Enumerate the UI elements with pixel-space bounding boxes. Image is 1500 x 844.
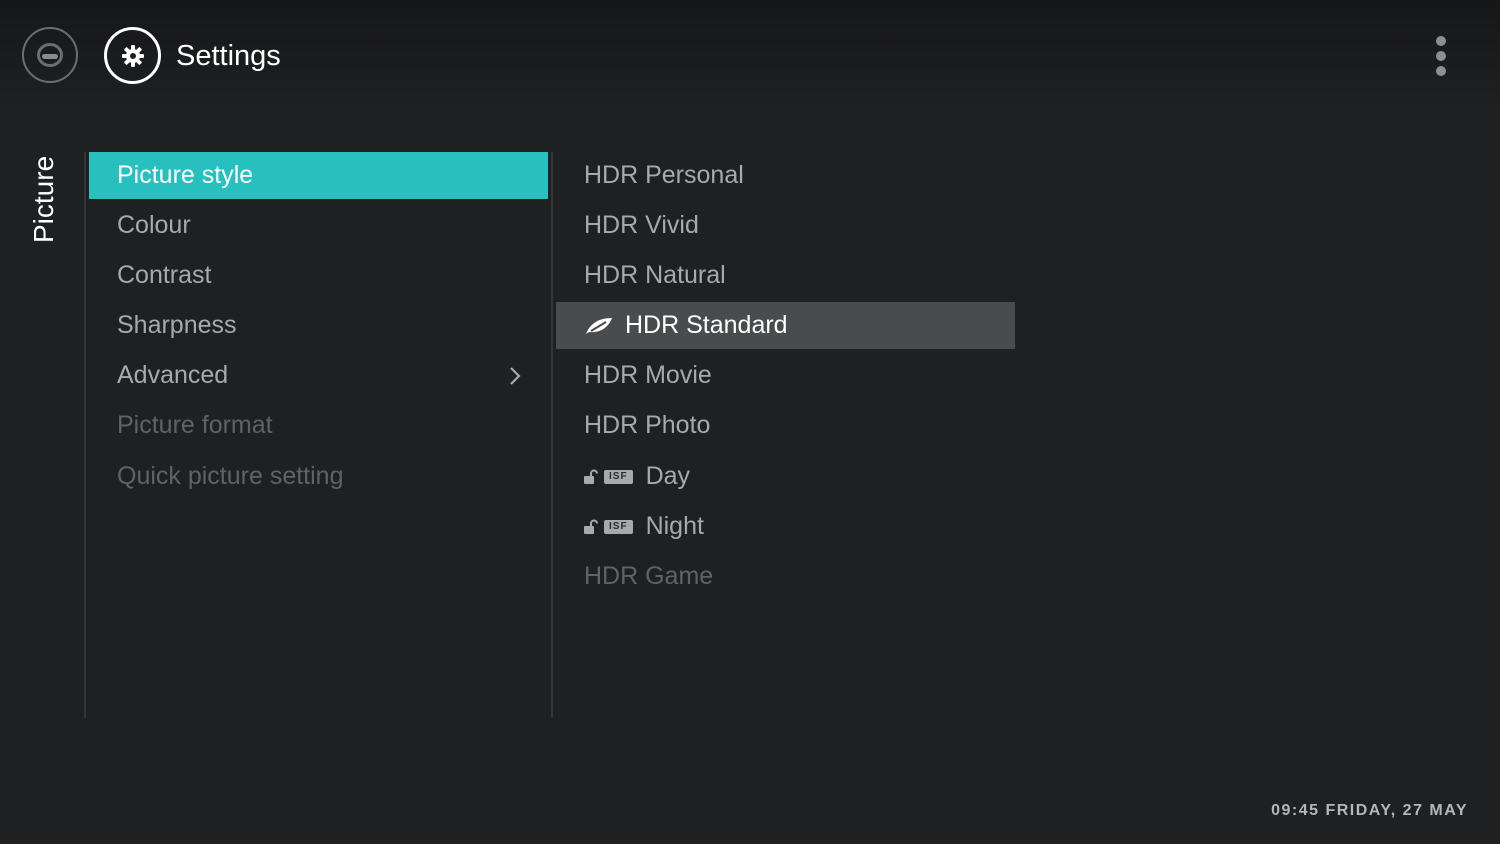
option-hdr-standard[interactable]: HDR Standard: [556, 302, 1015, 349]
chevron-right-icon: [510, 367, 521, 385]
option-label: HDR Personal: [584, 161, 744, 189]
option-label: HDR Movie: [584, 361, 712, 389]
page-title: Settings: [176, 40, 281, 72]
gear-icon-glyph: [121, 44, 144, 67]
divider: [551, 152, 553, 718]
option-label: Day: [645, 462, 691, 490]
option-hdr-personal[interactable]: HDR Personal: [556, 152, 1015, 199]
menu-item-advanced[interactable]: Advanced: [89, 352, 548, 399]
option-label: Night: [645, 512, 704, 540]
option-hdr-vivid[interactable]: HDR Vivid: [556, 202, 1015, 249]
option-label: HDR Standard: [625, 311, 788, 339]
unlock-icon: [584, 519, 598, 534]
home-button[interactable]: [22, 27, 78, 83]
menu-item-label: Advanced: [117, 361, 229, 389]
menu-item-label: Sharpness: [117, 311, 237, 339]
clock-status: 09:45 FRIDAY, 27 MAY: [1271, 802, 1468, 819]
menu-item-label: Contrast: [117, 261, 212, 289]
menu-item-contrast[interactable]: Contrast: [89, 252, 548, 299]
menu-item-label: Colour: [117, 211, 191, 239]
option-label: HDR Natural: [584, 261, 726, 289]
menu-item-colour[interactable]: Colour: [89, 202, 548, 249]
divider: [84, 152, 86, 718]
option-hdr-photo[interactable]: HDR Photo: [556, 402, 1015, 449]
menu-item-sharpness[interactable]: Sharpness: [89, 302, 548, 349]
option-label: HDR Photo: [584, 411, 711, 439]
option-label: HDR Game: [584, 562, 714, 590]
menu-item-quick-picture-setting: Quick picture setting: [89, 453, 548, 500]
option-night[interactable]: ISF Night: [556, 503, 1015, 550]
isf-group: ISF: [584, 469, 633, 485]
more-vertical-icon[interactable]: [1430, 34, 1452, 78]
leaf-icon: [586, 317, 612, 334]
option-hdr-natural[interactable]: HDR Natural: [556, 252, 1015, 299]
isf-badge: ISF: [604, 469, 633, 484]
menu-item-label: Quick picture setting: [117, 462, 344, 490]
option-label: HDR Vivid: [584, 211, 699, 239]
menu-item-picture-style[interactable]: Picture style: [89, 152, 548, 199]
gear-icon: [104, 27, 161, 84]
option-hdr-movie[interactable]: HDR Movie: [556, 352, 1015, 399]
home-icon: [37, 43, 63, 67]
menu-item-picture-format: Picture format: [89, 402, 548, 449]
isf-group: ISF: [584, 519, 633, 535]
option-hdr-game: HDR Game: [556, 553, 1015, 600]
category-tab-picture[interactable]: Picture: [28, 156, 59, 243]
menu-item-label: Picture style: [117, 161, 254, 189]
unlock-icon: [584, 469, 598, 484]
isf-badge: ISF: [604, 519, 633, 534]
menu-item-label: Picture format: [117, 411, 273, 439]
option-day[interactable]: ISF Day: [556, 453, 1015, 500]
